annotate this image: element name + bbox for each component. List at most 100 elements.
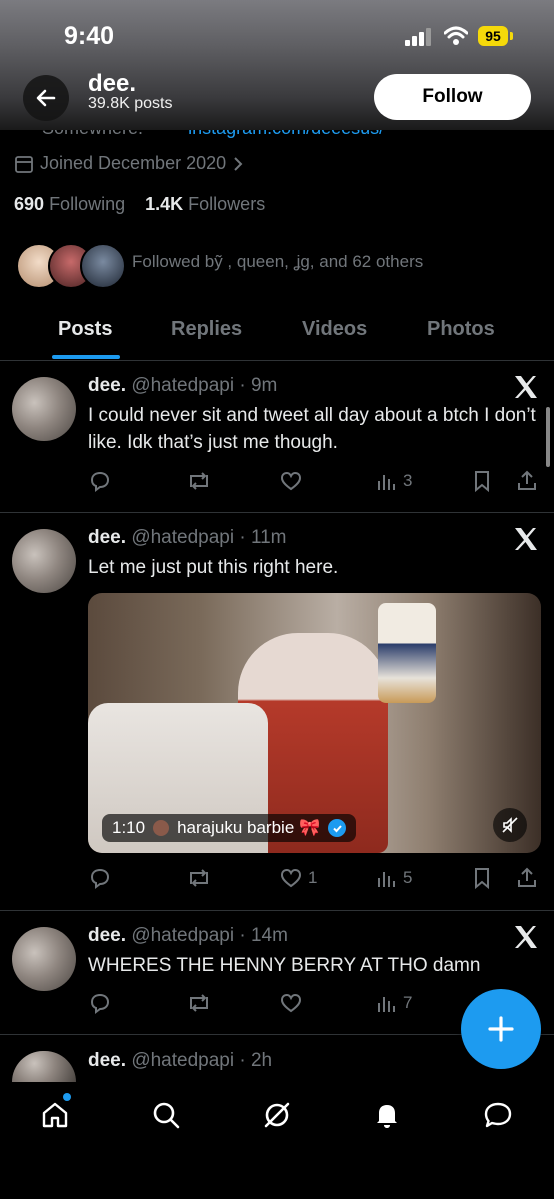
video-duration: 1:10	[112, 818, 146, 837]
notification-dot	[63, 1093, 71, 1101]
avatar[interactable]	[12, 927, 76, 991]
avatar	[153, 820, 170, 836]
video-lamp	[378, 603, 436, 703]
reply-button[interactable]	[88, 469, 112, 493]
wifi-icon	[444, 26, 468, 45]
home-icon	[42, 1102, 68, 1128]
tab-posts[interactable]: Posts	[58, 318, 112, 341]
like-button[interactable]: 1	[279, 866, 317, 890]
video-info-pill: 1:10 harajuku barbie 🎀	[102, 814, 357, 842]
nav-notifications[interactable]	[370, 1098, 404, 1132]
compose-button[interactable]	[461, 989, 541, 1069]
views-count: 7	[403, 993, 413, 1012]
followed-by-avatars[interactable]	[16, 243, 126, 289]
bookmark-icon	[475, 868, 489, 890]
reply-button[interactable]	[88, 866, 112, 890]
avatar[interactable]	[12, 529, 76, 593]
tweet-header: dee. @hatedpapi · 14m	[88, 925, 288, 947]
tweet-text: WHERES THE HENNY BERRY AT THO damn	[88, 955, 481, 976]
status-time: 9:40	[64, 22, 115, 50]
avatar[interactable]	[12, 1051, 76, 1082]
bookmark-button[interactable]	[471, 866, 493, 890]
tweet-author-name[interactable]: dee.	[88, 925, 126, 946]
views-button[interactable]: 5	[376, 866, 412, 890]
tweet-author-name[interactable]: dee.	[88, 1050, 126, 1071]
like-button[interactable]	[279, 469, 303, 493]
x-logo-icon	[515, 528, 537, 550]
repost-icon	[190, 994, 208, 1012]
avatar[interactable]	[12, 377, 76, 441]
x-logo-icon	[515, 376, 537, 398]
views-count: 3	[403, 471, 413, 490]
share-button[interactable]	[515, 866, 539, 890]
divider	[0, 910, 554, 911]
tab-photos[interactable]: Photos	[427, 318, 495, 341]
tweet-handle-time: @hatedpapi · 2h	[131, 1050, 273, 1071]
tweet-text: I could never sit and tweet all day abou…	[88, 405, 536, 453]
tweet-handle-time: @hatedpapi · 11m	[131, 527, 287, 548]
reply-icon	[90, 993, 110, 1014]
nav-search[interactable]	[149, 1098, 183, 1132]
bookmark-button[interactable]	[471, 469, 493, 493]
scrollbar[interactable]	[546, 407, 550, 467]
joined-text: Joined December 2020	[40, 153, 227, 173]
tweet-handle-time: @hatedpapi · 14m	[131, 925, 288, 946]
heart-icon	[280, 993, 302, 1013]
views-button[interactable]: 7	[376, 991, 412, 1015]
bookmark-icon	[475, 471, 489, 493]
header-name: dee.	[88, 70, 137, 97]
views-count: 5	[403, 868, 413, 887]
tweet-header: dee. @hatedpapi · 11m	[88, 527, 287, 549]
header-post-count: 39.8K posts	[88, 95, 173, 112]
cellular-signal-icon	[405, 28, 431, 46]
nav-grok[interactable]	[260, 1098, 294, 1132]
like-count: 1	[308, 868, 318, 887]
share-icon	[518, 867, 536, 887]
divider	[0, 360, 554, 361]
tab-replies[interactable]: Replies	[171, 318, 242, 341]
speaker-muted-icon	[502, 817, 518, 833]
avatar	[80, 243, 126, 289]
views-icon	[378, 872, 395, 887]
tweet-video[interactable]: 1:10 harajuku barbie 🎀	[88, 593, 541, 853]
followed-by-text[interactable]: Followed bỹ , queen, ʝɡ, and 62 others	[132, 252, 423, 272]
joined-date: Joined December 2020	[14, 153, 244, 174]
verified-badge-icon	[328, 819, 347, 837]
back-button[interactable]	[23, 75, 69, 121]
views-icon	[378, 997, 395, 1012]
grok-icon	[264, 1102, 290, 1128]
repost-button[interactable]	[186, 866, 212, 890]
repost-button[interactable]	[186, 991, 212, 1015]
follow-button[interactable]: Follow	[374, 74, 531, 120]
followers-link[interactable]: 1.4K Followers	[145, 194, 265, 214]
reply-icon	[90, 471, 110, 492]
search-icon	[153, 1102, 180, 1129]
tweet-text: Let me just put this right here.	[88, 557, 339, 578]
arrow-left-icon	[36, 89, 56, 107]
like-button[interactable]	[279, 991, 303, 1015]
reply-icon	[90, 868, 110, 889]
share-button[interactable]	[515, 469, 539, 493]
heart-icon	[280, 868, 302, 888]
nav-messages[interactable]	[481, 1098, 515, 1132]
following-link[interactable]: 690 Following	[14, 194, 125, 214]
x-logo-icon	[515, 926, 537, 948]
tweet-header: dee. @hatedpapi · 2h	[88, 1050, 272, 1072]
tab-videos[interactable]: Videos	[302, 318, 367, 341]
tweet-header: dee. @hatedpapi · 9m	[88, 375, 277, 397]
calendar-icon	[15, 155, 33, 173]
tweet-author-name[interactable]: dee.	[88, 375, 126, 396]
mute-button[interactable]	[493, 808, 527, 842]
message-icon	[484, 1102, 512, 1128]
tweet-author-name[interactable]: dee.	[88, 527, 126, 548]
views-button[interactable]: 3	[376, 469, 412, 493]
chevron-right-icon[interactable]	[232, 156, 244, 172]
share-icon	[518, 470, 536, 490]
battery-tip	[510, 32, 513, 40]
reply-button[interactable]	[88, 991, 112, 1015]
divider	[0, 512, 554, 513]
bell-icon	[377, 1105, 397, 1128]
repost-button[interactable]	[186, 469, 212, 493]
nav-home[interactable]	[38, 1098, 72, 1132]
heart-icon	[280, 471, 302, 491]
